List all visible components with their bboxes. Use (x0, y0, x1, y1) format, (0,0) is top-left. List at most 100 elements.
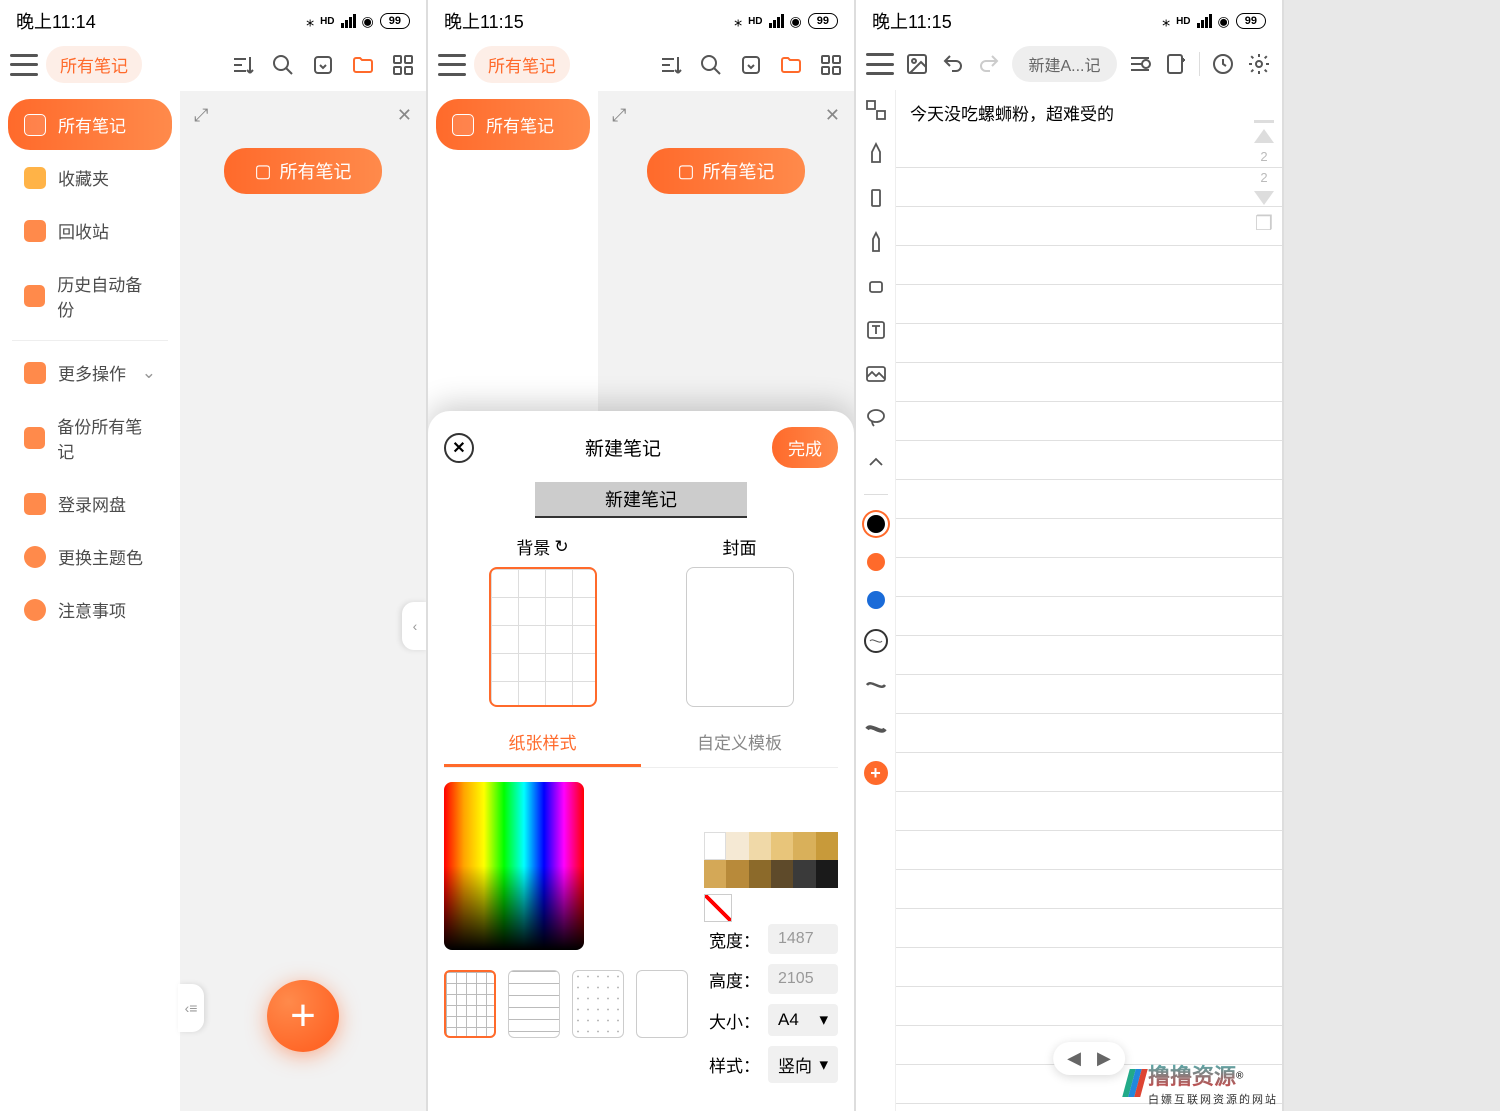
color-orange[interactable] (867, 553, 885, 571)
undo-icon[interactable] (940, 51, 966, 77)
sidebar-item-backup-history[interactable]: 历史自动备份 (8, 258, 172, 334)
edge-handle-right[interactable]: ‹ (402, 602, 428, 650)
pattern-dots[interactable] (572, 970, 624, 1038)
eraser-tool-icon[interactable] (864, 274, 888, 298)
stroke-med-icon[interactable] (864, 673, 888, 697)
layer-down-icon[interactable] (1254, 191, 1274, 205)
background-preview-box[interactable]: 背景↻ (489, 534, 597, 707)
search-icon[interactable] (270, 52, 296, 78)
no-color-swatch[interactable] (704, 894, 732, 922)
collapse-icon[interactable]: ⤢ (194, 105, 208, 126)
swatch[interactable] (704, 832, 726, 860)
sidebar-item-more[interactable]: 更多操作⌄ (8, 347, 172, 398)
menu-icon[interactable] (438, 54, 466, 76)
collapse-up-icon[interactable] (864, 450, 888, 474)
size-select[interactable]: A4▾ (768, 1004, 838, 1036)
swatch[interactable] (816, 860, 838, 888)
hd-icon: HD (1176, 16, 1190, 27)
text-tool-icon[interactable] (864, 318, 888, 342)
sidebar-item-favorites[interactable]: 收藏夹 (8, 152, 172, 203)
page-nav[interactable]: ◀ ▶ (1053, 1042, 1125, 1075)
pattern-blank[interactable] (636, 970, 688, 1038)
settings-icon[interactable] (1246, 51, 1272, 77)
find-icon[interactable] (1127, 51, 1153, 77)
folder-icon[interactable] (778, 52, 804, 78)
archive-icon[interactable] (310, 52, 336, 78)
close-modal-button[interactable]: ✕ (444, 433, 474, 463)
redo-icon[interactable] (976, 51, 1002, 77)
color-blue[interactable] (867, 591, 885, 609)
folder-chip[interactable]: ▢所有笔记 (224, 148, 381, 194)
add-page-icon[interactable] (1163, 51, 1189, 77)
note-text-content[interactable]: 今天没吃螺蛳粉，超难受的 (896, 94, 1282, 131)
search-icon[interactable] (698, 52, 724, 78)
sidebar-item-trash[interactable]: 回收站 (8, 205, 172, 256)
pattern-grid[interactable] (444, 970, 496, 1038)
width-input[interactable]: 1487 (768, 924, 838, 954)
grid-icon[interactable] (818, 52, 844, 78)
sidebar-item-all-notes[interactable]: 所有笔记 (8, 99, 172, 150)
close-icon[interactable]: ✕ (397, 105, 412, 126)
refresh-icon[interactable]: ↻ (554, 537, 568, 557)
swatch[interactable] (793, 860, 815, 888)
sort-icon[interactable] (230, 52, 256, 78)
layers-icon[interactable]: ❒ (1255, 211, 1273, 236)
notebook-selector[interactable]: 所有笔记 (474, 46, 570, 83)
lasso-tool-icon[interactable] (864, 406, 888, 430)
note-canvas[interactable]: 今天没吃螺蛳粉，超难受的 2 2 ❒ ◀ ▶ (896, 90, 1282, 1111)
breadcrumb[interactable]: 新建A...记 (1012, 46, 1117, 82)
sidebar-item-theme[interactable]: 更换主题色 (8, 531, 172, 582)
layer-panel: 2 2 ❒ (1250, 120, 1278, 236)
close-icon[interactable]: ✕ (825, 105, 840, 126)
shape-tool-icon[interactable] (864, 98, 888, 122)
pencil-tool-icon[interactable] (864, 230, 888, 254)
archive-icon[interactable] (738, 52, 764, 78)
swatch[interactable] (771, 832, 793, 860)
collapse-icon[interactable]: ⤢ (612, 105, 626, 126)
prev-page-icon[interactable]: ◀ (1067, 1048, 1081, 1069)
image-icon[interactable] (904, 51, 930, 77)
sidebar-item-all-notes[interactable]: 所有笔记 (436, 99, 590, 150)
pattern-lines[interactable] (508, 970, 560, 1038)
swatch[interactable] (749, 860, 771, 888)
color-spectrum-picker[interactable] (444, 782, 584, 950)
add-note-fab[interactable]: + (267, 980, 339, 1052)
cover-preview-box[interactable]: 封面 (686, 534, 794, 707)
clock-icon[interactable] (1210, 51, 1236, 77)
insert-image-icon[interactable] (864, 362, 888, 386)
swatch[interactable] (749, 832, 771, 860)
tab-custom-template[interactable]: 自定义模板 (641, 719, 838, 767)
swatch[interactable] (816, 832, 838, 860)
menu-icon[interactable] (866, 53, 894, 75)
grid-icon[interactable] (390, 52, 416, 78)
sidebar-item-notice[interactable]: 注意事项 (8, 584, 172, 635)
pen-tool-icon[interactable] (864, 142, 888, 166)
sidebar-item-backup-all[interactable]: 备份所有笔记 (8, 400, 172, 476)
orient-select[interactable]: 竖向▾ (768, 1046, 838, 1083)
edge-handle-left[interactable]: ‹≡ (178, 984, 204, 1032)
layer-up-icon[interactable] (1254, 129, 1274, 143)
note-name-field[interactable]: 新建笔记 (444, 482, 838, 518)
color-black[interactable] (867, 515, 885, 533)
size-value: A4 (778, 1010, 799, 1030)
height-input[interactable]: 2105 (768, 964, 838, 994)
swatch[interactable] (704, 860, 726, 888)
next-page-icon[interactable]: ▶ (1097, 1048, 1111, 1069)
stroke-thin-icon[interactable] (864, 629, 888, 653)
menu-icon[interactable] (10, 54, 38, 76)
sidebar-item-cloud[interactable]: 登录网盘 (8, 478, 172, 529)
add-tool-button[interactable]: + (864, 761, 888, 785)
tab-paper-style[interactable]: 纸张样式 (444, 719, 641, 767)
stroke-thick-icon[interactable] (864, 717, 888, 741)
marker-tool-icon[interactable] (864, 186, 888, 210)
folder-icon[interactable] (350, 52, 376, 78)
done-button[interactable]: 完成 (772, 427, 838, 468)
swatch[interactable] (726, 832, 748, 860)
notebook-selector[interactable]: 所有笔记 (46, 46, 142, 83)
swatch[interactable] (726, 860, 748, 888)
swatch[interactable] (771, 860, 793, 888)
signal-icon (1197, 14, 1212, 28)
sort-icon[interactable] (658, 52, 684, 78)
swatch[interactable] (793, 832, 815, 860)
folder-chip[interactable]: ▢所有笔记 (647, 148, 804, 194)
